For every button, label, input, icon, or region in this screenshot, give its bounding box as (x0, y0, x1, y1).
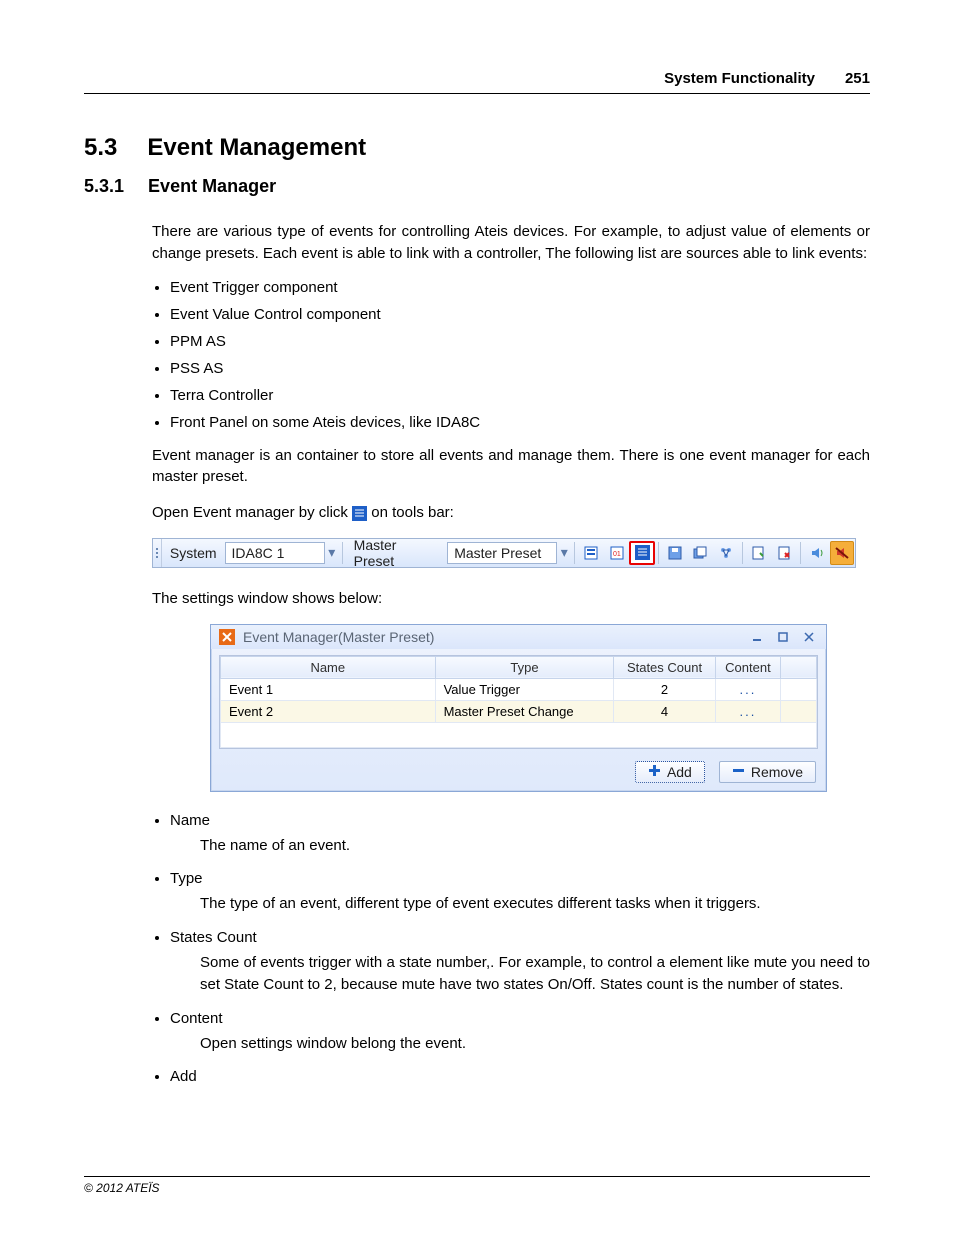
toolbar-grip-icon[interactable] (153, 539, 162, 567)
desc-states: Some of events trigger with a state numb… (200, 952, 870, 996)
close-button[interactable] (800, 631, 818, 643)
page-header: System Functionality 251 (84, 70, 870, 94)
desc-content: Open settings window belong the event. (200, 1033, 870, 1055)
script-x-icon (776, 545, 792, 561)
cell-states: 2 (614, 678, 715, 700)
cell-name: Event 1 (221, 678, 436, 700)
system-label: System (162, 539, 225, 567)
speaker-mute-icon (834, 545, 850, 561)
copy-icon (692, 545, 708, 561)
maximize-button[interactable] (774, 631, 792, 643)
col-type[interactable]: Type (435, 656, 614, 678)
term-content: Content (170, 1010, 223, 1027)
toolbar-button[interactable]: 01 (605, 541, 629, 565)
save-icon (667, 545, 683, 561)
minimize-button[interactable] (748, 631, 766, 643)
list-item: PSS AS (170, 360, 870, 377)
settings-paragraph: The settings window shows below: (152, 588, 870, 610)
page-footer: © 2012 ATEÏS (84, 1176, 870, 1195)
section-number: 5.3 (84, 134, 117, 162)
list-item: Name The name of an event. (170, 812, 870, 857)
cell-type: Master Preset Change (435, 700, 614, 722)
event-manager-button[interactable] (629, 541, 655, 565)
subsection-number: 5.3.1 (84, 176, 124, 197)
toolbar-button[interactable] (579, 541, 603, 565)
list-item: Event Trigger component (170, 279, 870, 296)
open-post: on tools bar: (371, 504, 454, 521)
master-preset-field[interactable]: Master Preset (447, 542, 557, 564)
cell-content-button[interactable]: ... (715, 700, 781, 722)
term-type: Type (170, 870, 203, 887)
remove-button-label: Remove (751, 764, 803, 780)
term-name: Name (170, 812, 210, 829)
events-table: Name Type States Count Content Event 1 V… (219, 655, 818, 749)
cell-content-button[interactable]: ... (715, 678, 781, 700)
section-heading: 5.3 Event Management (84, 134, 870, 162)
intro-paragraph: There are various type of events for con… (152, 221, 870, 265)
toolbar-button[interactable] (747, 541, 771, 565)
toolbar-button[interactable] (663, 541, 687, 565)
speaker-icon (809, 545, 825, 561)
table-row[interactable]: Event 2 Master Preset Change 4 ... (221, 700, 817, 722)
field-doc-list: Name The name of an event. Type The type… (152, 812, 870, 1086)
col-name[interactable]: Name (221, 656, 436, 678)
container-paragraph: Event manager is an container to store a… (152, 445, 870, 489)
desc-type: The type of an event, different type of … (200, 893, 870, 915)
list-item: Add (170, 1068, 870, 1085)
toolbar-button[interactable] (772, 541, 796, 565)
term-states: States Count (170, 929, 257, 946)
list-item: Content Open settings window belong the … (170, 1010, 870, 1055)
subsection-heading: 5.3.1 Event Manager (84, 176, 870, 197)
list-item: Event Value Control component (170, 306, 870, 323)
list-item: States Count Some of events trigger with… (170, 929, 870, 996)
remove-button[interactable]: Remove (719, 761, 816, 783)
system-dropdown-icon[interactable]: ▾ (325, 539, 339, 567)
toolbar-button[interactable] (830, 541, 854, 565)
header-chapter: System Functionality (664, 70, 815, 87)
list-item: Front Panel on some Ateis devices, like … (170, 414, 870, 431)
open-pre: Open Event manager by click (152, 504, 352, 521)
toolbar-button[interactable] (688, 541, 712, 565)
list-item: Terra Controller (170, 387, 870, 404)
form01-icon: 01 (609, 545, 625, 561)
toolbar-figure: System IDA8C 1 ▾ Master Preset Master Pr… (152, 538, 856, 568)
add-button-label: Add (667, 764, 692, 780)
network-icon (718, 545, 734, 561)
list-item: Type The type of an event, different typ… (170, 870, 870, 915)
cell-name: Event 2 (221, 700, 436, 722)
event-manager-icon (634, 545, 650, 561)
col-scroll-gutter (781, 656, 817, 678)
header-page-number: 251 (845, 70, 870, 87)
source-list: Event Trigger component Event Value Cont… (152, 279, 870, 431)
window-app-icon (219, 629, 235, 645)
cell-states: 4 (614, 700, 715, 722)
svg-text:01: 01 (613, 551, 621, 558)
add-button[interactable]: Add (635, 761, 705, 783)
cell-type: Value Trigger (435, 678, 614, 700)
system-field[interactable]: IDA8C 1 (225, 542, 325, 564)
subsection-title: Event Manager (148, 176, 276, 197)
toolbar-button[interactable] (805, 541, 829, 565)
master-preset-label: Master Preset (346, 539, 448, 567)
minus-icon (732, 764, 745, 780)
col-states[interactable]: States Count (614, 656, 715, 678)
event-manager-window: Event Manager(Master Preset) Name Type S… (210, 624, 827, 792)
master-preset-dropdown-icon[interactable]: ▾ (557, 539, 571, 567)
col-content[interactable]: Content (715, 656, 781, 678)
toolbar-button[interactable] (714, 541, 738, 565)
section-title: Event Management (147, 134, 366, 162)
event-manager-icon (352, 506, 367, 521)
plus-icon (648, 764, 661, 780)
list-item: PPM AS (170, 333, 870, 350)
table-row[interactable]: Event 1 Value Trigger 2 ... (221, 678, 817, 700)
open-instruction: Open Event manager by click on tools bar… (152, 502, 870, 524)
term-add: Add (170, 1068, 197, 1085)
window-titlebar: Event Manager(Master Preset) (211, 625, 826, 649)
desc-name: The name of an event. (200, 835, 870, 857)
form-icon (583, 545, 599, 561)
script-icon (750, 545, 766, 561)
window-title: Event Manager(Master Preset) (243, 629, 434, 645)
